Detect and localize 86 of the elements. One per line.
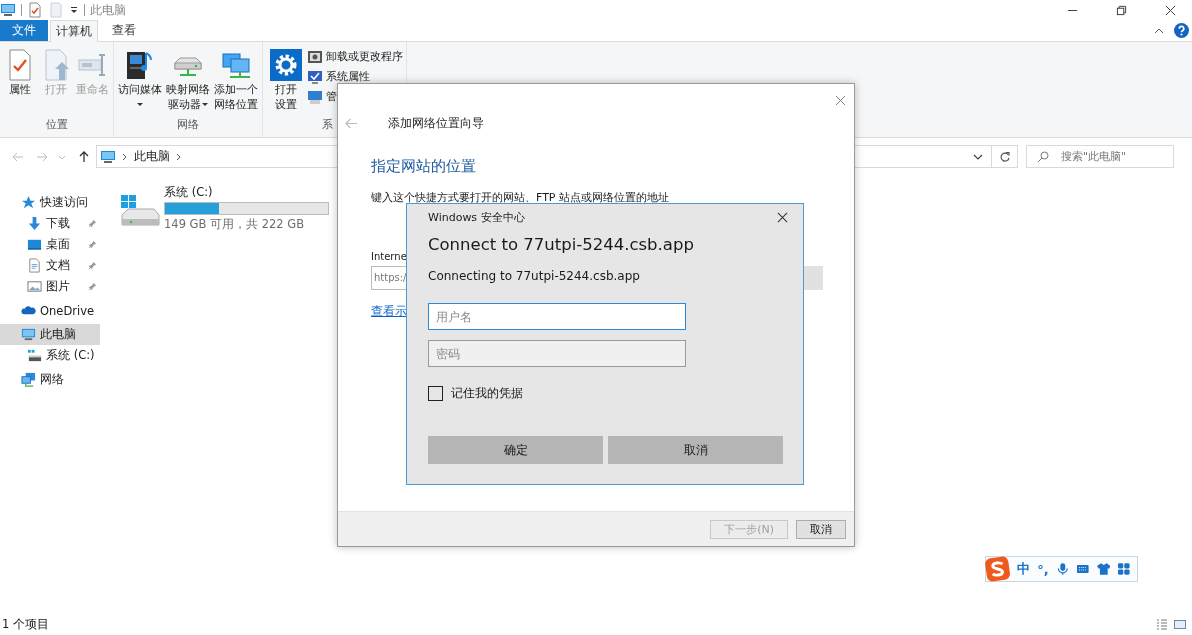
microphone-icon[interactable]	[1055, 562, 1070, 576]
up-arrow-icon[interactable]	[78, 150, 90, 163]
large-icons-view-icon[interactable]	[1174, 618, 1186, 630]
nav-item[interactable]: 系统 (C:)	[0, 345, 100, 366]
ribbon-group-label: 位置	[44, 117, 69, 133]
nav-item[interactable]: 桌面	[0, 234, 100, 255]
nav-item[interactable]: OneDrive	[0, 300, 100, 321]
checkbox-label[interactable]: 记住我的凭据	[451, 385, 523, 402]
search-field[interactable]: 搜索"此电脑"	[1026, 145, 1174, 168]
item-count: 1 个项目	[2, 616, 49, 632]
punctuation-toggle[interactable]: °,	[1037, 561, 1049, 577]
picture-icon	[27, 279, 42, 294]
dialog-button[interactable]: 确定	[428, 436, 603, 464]
drive-icon	[120, 193, 160, 227]
close-icon[interactable]	[777, 211, 788, 223]
drive-capacity: 149 GB 可用，共 222 GB	[164, 217, 306, 232]
drive-item[interactable]: 系统 (C:) 149 GB 可用，共 222 GB	[120, 185, 330, 232]
download-arrow-icon	[27, 216, 42, 231]
program-box-icon	[307, 49, 323, 65]
pin-icon	[88, 240, 97, 249]
grid-icon[interactable]	[1117, 562, 1131, 576]
ribbon-small-command[interactable]: 管	[307, 88, 403, 106]
file-menu-tab[interactable]: 文件	[0, 20, 48, 41]
close-icon[interactable]	[1165, 4, 1176, 16]
computer-icon[interactable]	[0, 2, 16, 18]
restore-icon[interactable]	[1116, 4, 1127, 16]
desktop-icon	[27, 237, 42, 252]
wizard-heading: 指定网站的位置	[371, 157, 476, 176]
dialog-title: Connect to 77utpi-5244.csb.app	[428, 235, 694, 254]
nav-item[interactable]: 此电脑	[0, 324, 100, 345]
ribbon-command[interactable]: 打开 设置	[269, 48, 303, 112]
settings-icon	[270, 49, 302, 81]
credential-field[interactable]: 用户名	[428, 303, 686, 330]
pin-icon	[88, 219, 97, 228]
chevron-right-icon	[122, 152, 128, 161]
wizard-button[interactable]: 取消	[796, 519, 846, 539]
network-icon	[21, 372, 36, 387]
properties-icon	[7, 49, 33, 81]
properties-icon[interactable]	[27, 2, 43, 18]
nav-item[interactable]: 网络	[0, 369, 100, 390]
instruction-text: 键入这个快捷方式要打开的网站、FTP 站点或网络位置的地址	[371, 190, 669, 205]
ribbon-tab[interactable]: 计算机	[50, 20, 98, 42]
wizard-title: 添加网络位置向导	[388, 115, 484, 131]
ribbon-group-label: 网络	[176, 117, 200, 133]
dialog-button[interactable]: 取消	[608, 436, 783, 464]
ribbon-small-command[interactable]: 卸载或更改程序	[307, 48, 403, 66]
ribbon-command[interactable]: 访问媒体	[117, 48, 163, 112]
field-label: Interne	[371, 251, 407, 262]
ribbon-command[interactable]: 添加一个 网络位置	[213, 48, 259, 112]
refresh-button[interactable]	[992, 145, 1018, 168]
computer-icon	[100, 148, 116, 165]
document-icon	[27, 258, 42, 273]
computer-management-icon	[307, 89, 323, 105]
search-icon	[1037, 151, 1049, 163]
refresh-icon	[998, 150, 1011, 163]
nav-item[interactable]: 文档	[0, 255, 100, 276]
document-upload-icon	[43, 49, 69, 81]
computer-icon	[21, 327, 36, 342]
keyboard-icon[interactable]	[1076, 562, 1090, 576]
nav-item[interactable]: 下载	[0, 213, 100, 234]
ribbon-command[interactable]: 属性	[3, 48, 37, 97]
nav-item[interactable]: 图片	[0, 276, 100, 297]
ribbon-tab[interactable]: 查看	[100, 20, 148, 41]
help-icon[interactable]	[1174, 23, 1189, 38]
logo-icon[interactable]	[985, 556, 1011, 582]
drive-name: 系统 (C:)	[164, 185, 214, 200]
drive-icon	[27, 348, 42, 363]
example-link[interactable]: 查看示	[371, 304, 407, 319]
input-mode-toggle[interactable]: 中	[1017, 560, 1031, 578]
ribbon-command[interactable]: 映射网络 驱动器	[165, 48, 211, 112]
star-icon	[21, 195, 36, 210]
shirt-icon[interactable]	[1096, 562, 1111, 576]
chevron-right-icon	[176, 152, 182, 161]
pin-icon	[88, 282, 97, 291]
breadcrumb[interactable]: 此电脑	[134, 149, 170, 164]
pin-icon	[88, 261, 97, 270]
dialog-message: Connecting to 77utpi-5244.csb.app	[428, 269, 640, 283]
ribbon-group-label: 系	[322, 117, 333, 133]
window-title: 此电脑	[90, 2, 126, 18]
chevron-down-icon[interactable]	[973, 152, 983, 161]
nav-item[interactable]: 快速访问	[0, 192, 100, 213]
credential-field[interactable]: 密码	[428, 340, 686, 367]
monitor-check-icon	[307, 69, 323, 85]
caret-icon[interactable]	[69, 5, 79, 15]
checkbox[interactable]	[428, 386, 443, 401]
dialog-caption: Windows 安全中心	[428, 209, 525, 225]
